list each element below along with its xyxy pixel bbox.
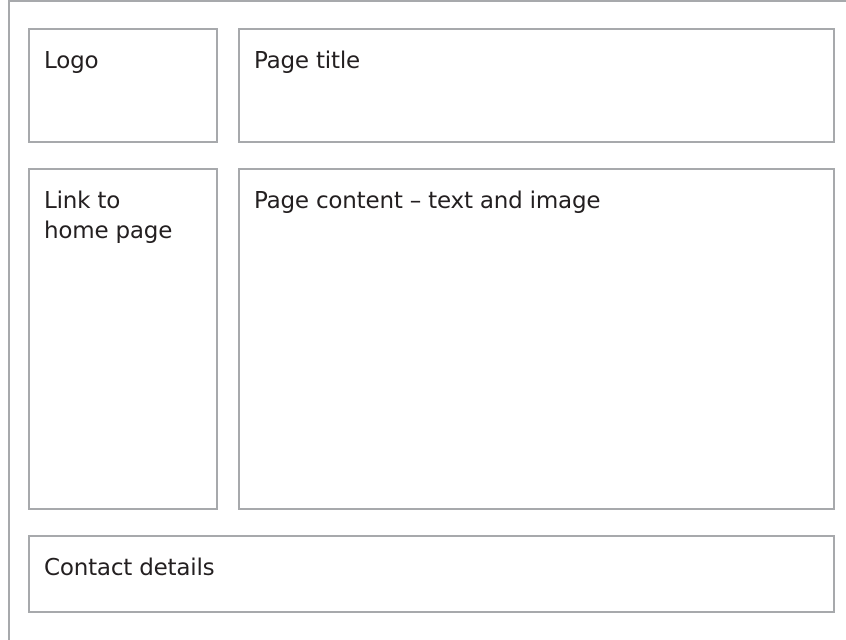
logo-region: Logo: [28, 28, 218, 143]
page-title-label: Page title: [254, 48, 360, 74]
navigation-region: Link to home page: [28, 168, 218, 510]
nav-label-line-1: Link to: [44, 188, 121, 214]
page-title-region: Page title: [238, 28, 835, 143]
nav-label: Link to home page: [44, 186, 172, 246]
contact-details-label: Contact details: [44, 555, 215, 581]
page-content-label: Page content – text and image: [254, 188, 601, 214]
contact-details-region: Contact details: [28, 535, 835, 613]
nav-label-line-2: home page: [44, 218, 173, 244]
page-content-region: Page content – text and image: [238, 168, 835, 510]
logo-label: Logo: [44, 48, 99, 74]
